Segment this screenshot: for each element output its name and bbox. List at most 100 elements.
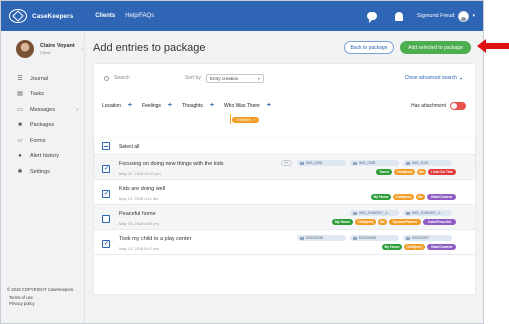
sidebar-item-messages[interactable]: ▭ Messages › [1, 102, 84, 118]
search-input[interactable]: Search [114, 75, 130, 81]
more-attachments-badge[interactable]: 2+ [281, 160, 292, 166]
alert-icon: ● [18, 153, 22, 160]
active-filter-chip[interactable]: Child(ren) × [232, 117, 260, 123]
attachment-name: IMG_0325 [359, 161, 376, 165]
entry-date: May 22, 2018 10:11 pm [119, 171, 161, 176]
entry-date: May 15, 2018 6:50 pm [119, 221, 159, 226]
search-icon [104, 75, 109, 81]
tag-who: Me [378, 219, 387, 225]
filter-feelings[interactable]: Feelings + [142, 102, 172, 109]
attachment-chip[interactable]: IMG_20180307_1... [403, 210, 452, 216]
filter-thoughts[interactable]: Thoughts + [182, 102, 214, 109]
copyright: © 2018 COPYRIGHT CaseKeepers [7, 287, 74, 292]
messages-icon: ▭ [17, 106, 23, 113]
tag-who: Child(ren) [393, 194, 414, 200]
attachment-name: DSC00098 [306, 236, 324, 240]
plus-icon[interactable]: + [128, 102, 132, 109]
image-icon [406, 211, 410, 215]
client-profile[interactable]: Claire Voyant Client › [1, 31, 84, 58]
tag-who: Me [416, 194, 425, 200]
attachment-chip[interactable]: IMG_0325 [350, 160, 399, 166]
select-all-row: Select all [94, 138, 475, 155]
top-bar: CaseKeepers Clients Help/FAQs Sigmund Fr… [1, 1, 483, 31]
user-name[interactable]: Sigmund Freud [417, 13, 455, 19]
nav-clients[interactable]: Clients [95, 13, 115, 19]
plus-icon[interactable]: + [210, 102, 214, 109]
list-item[interactable]: Focusing on doing new things with the ki… [94, 155, 475, 180]
attachment-label: Has attachment [411, 103, 447, 109]
entry-checkbox[interactable] [102, 240, 110, 248]
add-selected-button[interactable]: Add selected to package [400, 41, 471, 54]
chevron-down-icon[interactable]: ▾ [472, 13, 475, 19]
tag-feeling: Calm/Peaceful [423, 219, 456, 225]
page-title: Add entries to package [93, 42, 206, 54]
packages-icon: ■ [18, 122, 22, 129]
sidebar-item-forms[interactable]: ▱ Forms [1, 133, 84, 149]
chevron-right-icon: › [76, 106, 78, 113]
tag-who: Child(ren) [355, 219, 376, 225]
back-to-package-button[interactable]: Back to package [344, 41, 394, 54]
attachment-name: DSC00095 [359, 236, 377, 240]
attachment-toggle[interactable] [450, 102, 467, 110]
image-icon [300, 161, 304, 165]
privacy-link[interactable]: Privacy policy [9, 301, 35, 307]
entry-checkbox[interactable] [102, 215, 110, 223]
bell-icon[interactable] [394, 11, 403, 21]
attachment-chip[interactable]: DSC00098 [297, 235, 346, 241]
entry-title: Focusing on doing new things with the ki… [119, 161, 224, 167]
forms-icon: ▱ [17, 137, 23, 144]
attachment-chip[interactable]: DSC00097 [403, 235, 452, 241]
image-icon [406, 161, 410, 165]
select-all-checkbox[interactable] [102, 142, 110, 150]
sidebar-footer-links: Terms of use Privacy policy [9, 295, 35, 307]
filter-who-was-there[interactable]: Who Was There + [224, 102, 271, 109]
plus-icon[interactable]: + [267, 102, 271, 109]
chevron-right-icon: › [81, 46, 84, 52]
sidebar-item-label: Tasks [30, 91, 45, 98]
chat-icon[interactable] [366, 12, 377, 23]
filter-location[interactable]: Location + [102, 102, 132, 109]
sidebar-item-settings[interactable]: ✱ Settings [1, 164, 84, 180]
attachment-chip[interactable]: DSC00095 [350, 235, 399, 241]
image-icon [406, 236, 410, 240]
avatar[interactable] [458, 10, 470, 22]
entry-checkbox[interactable] [102, 190, 110, 198]
tag-who: Child(ren) [404, 244, 425, 250]
sidebar-menu: ☰ Journal ▤ Tasks ▭ Messages › ■ Package… [1, 71, 84, 180]
sidebar-item-packages[interactable]: ■ Packages [1, 118, 84, 134]
list-item[interactable]: Kids are doing well May 19, 2018 9:11 am… [94, 180, 475, 205]
attachment-chip[interactable]: IMG_20180307_1... [350, 210, 399, 216]
filter-bar: Location + Feelings + Thoughts + Who Was Th… [102, 102, 281, 109]
casekeepers-logo-icon [9, 9, 27, 23]
attachment-chip[interactable]: IMG_0096 [297, 160, 346, 166]
attachment-name: IMG_20180307_1... [412, 211, 443, 215]
tag-location: My Home [332, 219, 353, 225]
sidebar-item-tasks[interactable]: ▤ Tasks [1, 87, 84, 103]
settings-icon: ✱ [17, 168, 23, 175]
advanced-search-label: Close advanced search [404, 75, 457, 81]
attachment-name: IMG_0096 [306, 161, 323, 165]
image-icon [300, 236, 304, 240]
list-item[interactable]: Took my child to a play center May 13, 2… [94, 230, 475, 255]
sidebar-item-alert-history[interactable]: ● Alert history [1, 149, 84, 165]
sidebar-item-journal[interactable]: ☰ Journal [1, 71, 84, 87]
select-all-label: Select all [119, 144, 140, 150]
entries-list: Select all Focusing on doing new things … [94, 138, 475, 294]
tag-location: My Home [382, 244, 402, 250]
sidebar-item-label: Alert history [30, 153, 60, 160]
entry-checkbox[interactable] [102, 165, 110, 173]
list-item[interactable]: Peaceful home May 15, 2018 6:50 pm IMG_2… [94, 205, 475, 230]
chip-label: Child(ren) [236, 118, 252, 122]
tag-feeling: Glad/Content [427, 244, 456, 250]
attachment-name: IMG_2026 [412, 161, 429, 165]
close-icon[interactable]: × [253, 118, 255, 122]
attachment-chip[interactable]: IMG_2026 [403, 160, 452, 166]
plus-icon[interactable]: + [168, 102, 172, 109]
tag-who: Spouse/Partner [389, 219, 421, 225]
close-advanced-search-link[interactable]: Close advanced search ▾ [405, 72, 462, 84]
chip-marker [230, 114, 231, 124]
sort-select[interactable]: Entry creation [205, 73, 264, 83]
nav-help[interactable]: Help/FAQs [125, 13, 154, 19]
tag-who: Me [417, 169, 426, 175]
app-logo[interactable]: CaseKeepers [9, 9, 73, 23]
